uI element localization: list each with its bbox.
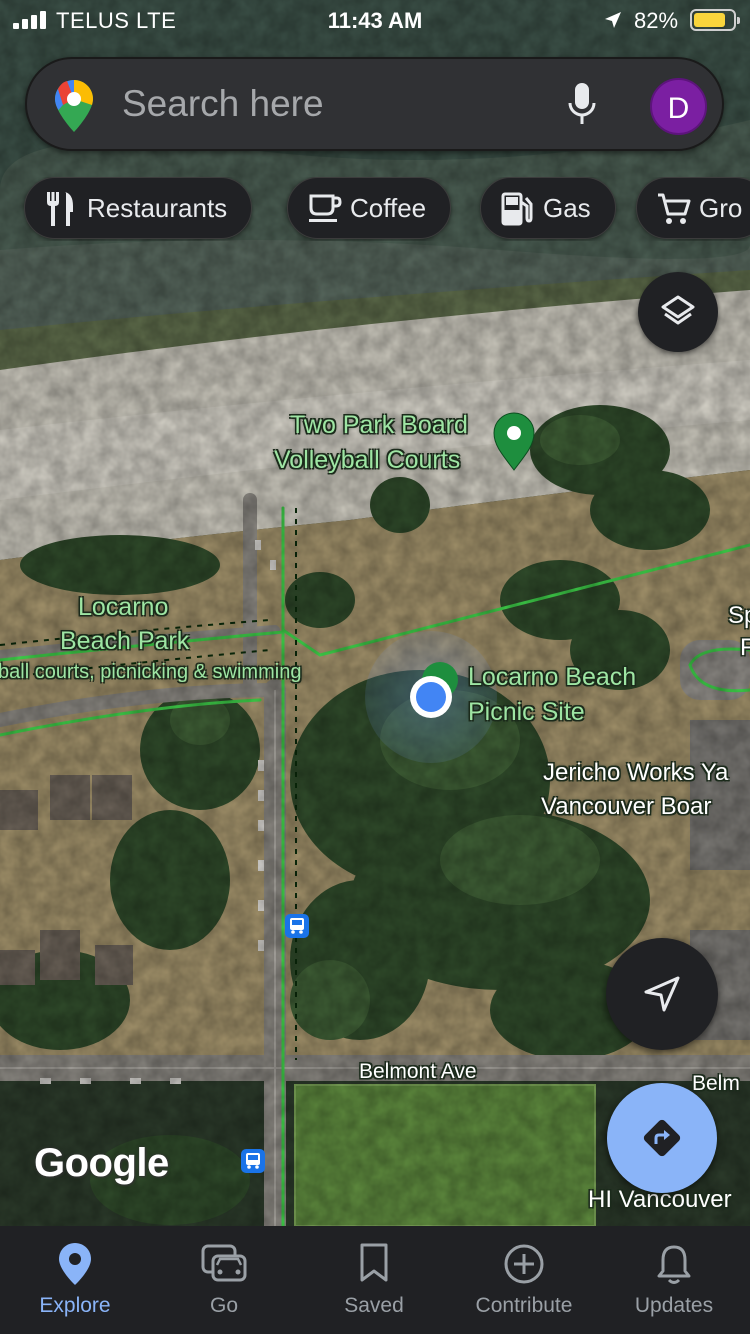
chip-groceries[interactable]: Gro [636, 177, 750, 239]
bookmark-icon [360, 1243, 388, 1282]
chip-label: Gas [543, 193, 591, 223]
location-services-icon [605, 12, 621, 28]
my-location-button[interactable] [606, 938, 718, 1050]
account-avatar[interactable]: D [650, 78, 707, 135]
directions-button[interactable] [607, 1083, 717, 1193]
gas-pump-icon [501, 192, 533, 226]
jericho-works-label[interactable]: Jericho Works Ya [543, 755, 728, 790]
category-chips: Restaurants Coffee Gas Gro [0, 177, 750, 241]
nav-contribute[interactable]: Contribute [449, 1226, 599, 1334]
nav-label: Contribute [475, 1294, 573, 1317]
map-pin-icon [59, 1243, 91, 1285]
picnic-site-label[interactable]: Locarno Beach [468, 660, 636, 695]
belmont-ave-label: Belmont Ave [359, 1060, 477, 1083]
jericho-works-label-line2[interactable]: Vancouver Boar [541, 789, 711, 824]
bus-stop-icon [285, 914, 309, 938]
nav-go[interactable]: Go [149, 1226, 299, 1334]
shopping-cart-icon [658, 193, 691, 224]
nav-label: Explore [39, 1294, 111, 1317]
locarno-park-label[interactable]: Locarno [78, 590, 168, 625]
bottom-navigation: Explore Go Saved Contribute Updates [0, 1226, 750, 1334]
chip-gas[interactable]: Gas [480, 177, 616, 239]
picnic-site-label-line2[interactable]: Picnic Site [468, 695, 585, 730]
chip-restaurants[interactable]: Restaurants [24, 177, 253, 239]
layers-icon [661, 295, 695, 325]
park-description-label: ball courts, picnicking & swimming [0, 661, 302, 683]
chip-coffee[interactable]: Coffee [287, 177, 452, 239]
google-maps-logo-icon [55, 80, 93, 132]
nav-label: Updates [634, 1294, 714, 1317]
bus-stop-icon [241, 1149, 265, 1173]
nav-saved[interactable]: Saved [299, 1226, 449, 1334]
locarno-park-label-line2[interactable]: Beach Park [60, 624, 189, 659]
coffee-cup-icon [309, 194, 342, 222]
chip-label: Restaurants [87, 193, 228, 223]
chip-label: Coffee [350, 193, 427, 223]
chip-label: Gro [699, 193, 743, 223]
microphone-icon[interactable] [567, 83, 597, 127]
nav-label: Go [209, 1294, 238, 1317]
nav-updates[interactable]: Updates [599, 1226, 749, 1334]
poi-label-partial[interactable]: Sp [728, 598, 750, 633]
car-icon [201, 1244, 247, 1282]
poi-label-partial-line2[interactable]: F [740, 630, 750, 665]
status-bar: TELUS LTE 11:43 AM 82% [0, 0, 750, 40]
plus-circle-icon [504, 1244, 544, 1284]
nav-explore[interactable]: Explore [0, 1226, 150, 1334]
directions-icon [643, 1119, 681, 1157]
google-attribution: Google [34, 1141, 169, 1185]
battery-percent: 82% [634, 8, 679, 33]
search-input[interactable]: Search here [122, 83, 324, 125]
layers-button[interactable] [638, 272, 718, 352]
volleyball-courts-label[interactable]: Two Park Board [290, 408, 468, 443]
search-bar[interactable]: Search here D [25, 57, 724, 151]
battery-icon [690, 9, 740, 31]
navigation-arrow-icon [644, 976, 680, 1012]
nav-label: Saved [344, 1294, 404, 1317]
volleyball-courts-label-line2[interactable]: Volleyball Courts [274, 443, 460, 478]
fork-knife-icon [47, 192, 73, 226]
belmont-ave-label-right: Belm [692, 1072, 740, 1095]
bell-icon [657, 1245, 691, 1284]
